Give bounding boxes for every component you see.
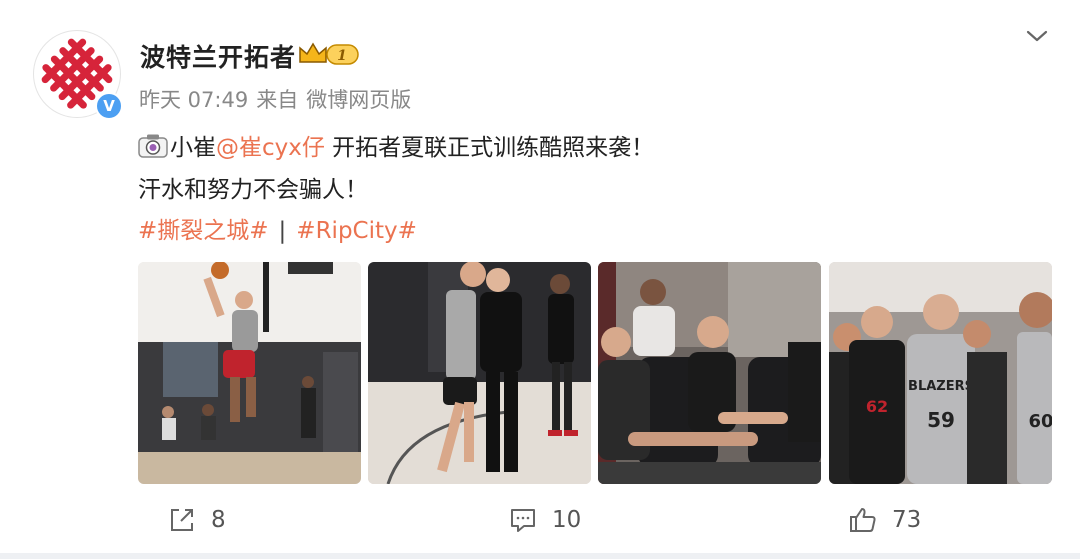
- post-photo-1[interactable]: [138, 262, 361, 484]
- post-text-line2: 汗水和努力不会骗人！: [138, 177, 368, 203]
- comment-button[interactable]: 10: [508, 500, 581, 540]
- author-avatar[interactable]: V: [33, 30, 123, 120]
- post-photo-3[interactable]: [598, 262, 821, 484]
- post-text-suffix: 开拓者夏联正式训练酷照来袭！: [324, 135, 655, 161]
- svg-text:BLAZERS: BLAZERS: [908, 379, 974, 394]
- post-text-line1: 小崔@崔cyx仔 开拓者夏联正式训练酷照来袭！: [138, 128, 654, 162]
- svg-text:59: 59: [927, 408, 955, 432]
- jersey-number-right: 60: [1028, 411, 1052, 432]
- hashtag-link-2[interactable]: #RipCity#: [296, 218, 417, 244]
- post-meta: 昨天 07:49 来自 微博网页版: [139, 84, 419, 114]
- mention-link[interactable]: @崔cyx仔: [216, 135, 325, 161]
- source-prefix: 来自: [256, 88, 299, 112]
- jersey-number-left: 62: [866, 397, 888, 416]
- share-count: 8: [211, 507, 226, 533]
- post-time[interactable]: 昨天 07:49: [139, 88, 248, 112]
- like-count: 73: [892, 507, 922, 533]
- comment-count: 10: [552, 507, 582, 533]
- like-button[interactable]: 73: [848, 500, 921, 540]
- camera-icon: [138, 133, 168, 159]
- post-hashtags: #撕裂之城# | #RipCity#: [138, 211, 417, 245]
- hashtag-link-1[interactable]: #撕裂之城#: [138, 218, 269, 244]
- verified-icon: V: [95, 92, 123, 120]
- share-icon: [171, 509, 193, 531]
- chevron-down-icon[interactable]: [1025, 26, 1049, 46]
- post-photo-4[interactable]: 62 BLAZERS 59 60: [829, 262, 1052, 484]
- vip-level: 1: [337, 48, 347, 64]
- post-actions-bar: 8 10 73: [0, 500, 1080, 540]
- comment-icon: [511, 509, 535, 532]
- hashtag-separator: |: [278, 218, 287, 244]
- post-photo-2[interactable]: [368, 262, 591, 484]
- vip-crown-icon[interactable]: 1: [297, 40, 361, 68]
- weibo-post-card: V 波特兰开拓者 1 昨天 07:49 来自 微博网页版 小崔@崔cyx仔 开拓者夏…: [0, 0, 1080, 553]
- like-icon: [850, 508, 876, 532]
- author-name[interactable]: 波特兰开拓者: [140, 38, 296, 74]
- post-text-prefix: 小崔: [170, 135, 216, 161]
- post-source: 微博网页版: [306, 88, 412, 112]
- share-button[interactable]: 8: [167, 500, 226, 540]
